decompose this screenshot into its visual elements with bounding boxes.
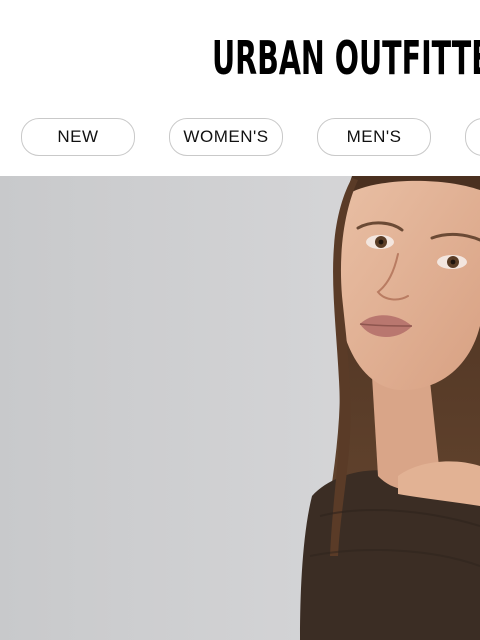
nav-pill-new[interactable]: NEW: [21, 118, 135, 156]
hero-banner[interactable]: [0, 176, 480, 640]
nav-pill-next[interactable]: [465, 118, 480, 156]
nav-pill-womens[interactable]: WOMEN'S: [169, 118, 283, 156]
nav-pill-mens[interactable]: MEN'S: [317, 118, 431, 156]
model-face: [335, 180, 480, 391]
category-nav: NEW WOMEN'S MEN'S: [0, 118, 480, 156]
site-header: URBAN OUTFITTERS NEW WOMEN'S MEN'S: [0, 0, 480, 176]
brand-logo[interactable]: URBAN OUTFITTERS: [212, 30, 480, 86]
page: URBAN OUTFITTERS NEW WOMEN'S MEN'S: [0, 0, 480, 640]
hero-image: [0, 176, 480, 640]
